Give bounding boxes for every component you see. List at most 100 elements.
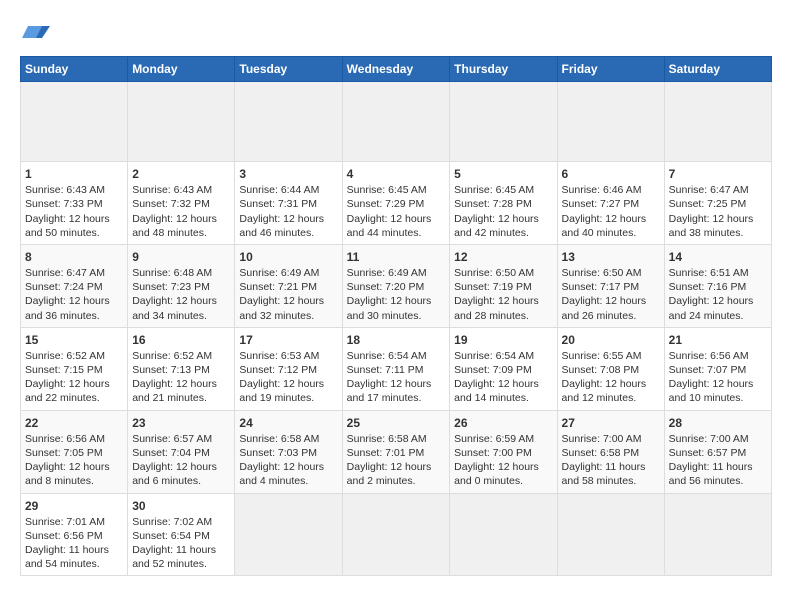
- day-info: and 32 minutes.: [239, 309, 337, 323]
- day-info: Sunset: 6:54 PM: [132, 529, 230, 543]
- day-info: Sunrise: 6:46 AM: [562, 183, 660, 197]
- day-info: Sunrise: 6:53 AM: [239, 349, 337, 363]
- day-number: 13: [562, 249, 660, 265]
- day-number: 19: [454, 332, 552, 348]
- day-info: Sunrise: 6:56 AM: [669, 349, 767, 363]
- day-info: Sunset: 6:56 PM: [25, 529, 123, 543]
- day-number: 2: [132, 166, 230, 182]
- calendar-cell: 11Sunrise: 6:49 AMSunset: 7:20 PMDayligh…: [342, 244, 450, 327]
- day-info: and 44 minutes.: [347, 226, 446, 240]
- day-info: Sunset: 7:25 PM: [669, 197, 767, 211]
- day-info: Sunset: 7:32 PM: [132, 197, 230, 211]
- day-number: 26: [454, 415, 552, 431]
- day-number: 23: [132, 415, 230, 431]
- calendar-cell: [664, 82, 771, 162]
- day-info: Sunrise: 6:58 AM: [347, 432, 446, 446]
- day-info: and 26 minutes.: [562, 309, 660, 323]
- day-info: Daylight: 11 hours: [132, 543, 230, 557]
- day-number: 3: [239, 166, 337, 182]
- day-info: Daylight: 12 hours: [562, 212, 660, 226]
- calendar-cell: 5Sunrise: 6:45 AMSunset: 7:28 PMDaylight…: [450, 162, 557, 245]
- day-info: Sunset: 7:33 PM: [25, 197, 123, 211]
- day-info: and 58 minutes.: [562, 474, 660, 488]
- day-info: Daylight: 12 hours: [132, 377, 230, 391]
- calendar-cell: 8Sunrise: 6:47 AMSunset: 7:24 PMDaylight…: [21, 244, 128, 327]
- calendar-cell: 24Sunrise: 6:58 AMSunset: 7:03 PMDayligh…: [235, 410, 342, 493]
- day-info: and 4 minutes.: [239, 474, 337, 488]
- day-info: Sunrise: 7:00 AM: [562, 432, 660, 446]
- day-info: Daylight: 12 hours: [347, 377, 446, 391]
- day-info: Sunrise: 6:58 AM: [239, 432, 337, 446]
- day-info: Daylight: 11 hours: [669, 460, 767, 474]
- calendar-cell: 6Sunrise: 6:46 AMSunset: 7:27 PMDaylight…: [557, 162, 664, 245]
- day-number: 1: [25, 166, 123, 182]
- calendar-week-row: 1Sunrise: 6:43 AMSunset: 7:33 PM Daylight…: [21, 162, 772, 245]
- day-info: and 12 minutes.: [562, 391, 660, 405]
- day-header-monday: Monday: [128, 57, 235, 82]
- day-info: Daylight: 12 hours: [669, 212, 767, 226]
- calendar-cell: 2Sunrise: 6:43 AMSunset: 7:32 PMDaylight…: [128, 162, 235, 245]
- day-number: 16: [132, 332, 230, 348]
- calendar-cell: 16Sunrise: 6:52 AMSunset: 7:13 PMDayligh…: [128, 327, 235, 410]
- calendar-cell: [128, 82, 235, 162]
- calendar-week-row: 22Sunrise: 6:56 AMSunset: 7:05 PMDayligh…: [21, 410, 772, 493]
- day-info: Sunrise: 6:49 AM: [239, 266, 337, 280]
- day-info: Sunset: 7:28 PM: [454, 197, 552, 211]
- day-info: Daylight: 12 hours: [454, 460, 552, 474]
- day-info: Sunset: 7:23 PM: [132, 280, 230, 294]
- day-number: 22: [25, 415, 123, 431]
- day-info: Sunset: 7:16 PM: [669, 280, 767, 294]
- day-number: 27: [562, 415, 660, 431]
- day-number: 24: [239, 415, 337, 431]
- day-info: Sunrise: 6:47 AM: [25, 266, 123, 280]
- day-number: 21: [669, 332, 767, 348]
- day-info: Sunrise: 6:50 AM: [454, 266, 552, 280]
- header: [20, 16, 772, 44]
- day-number: 29: [25, 498, 123, 514]
- day-number: 30: [132, 498, 230, 514]
- day-info: Sunset: 7:00 PM: [454, 446, 552, 460]
- calendar-cell: 23Sunrise: 6:57 AMSunset: 7:04 PMDayligh…: [128, 410, 235, 493]
- day-info: and 52 minutes.: [132, 557, 230, 571]
- day-info: Sunset: 7:20 PM: [347, 280, 446, 294]
- day-info: Sunrise: 6:50 AM: [562, 266, 660, 280]
- calendar-cell: 9Sunrise: 6:48 AMSunset: 7:23 PMDaylight…: [128, 244, 235, 327]
- calendar-cell: 22Sunrise: 6:56 AMSunset: 7:05 PMDayligh…: [21, 410, 128, 493]
- day-info: Sunrise: 6:49 AM: [347, 266, 446, 280]
- day-info: Daylight: 12 hours: [562, 377, 660, 391]
- day-info: Sunrise: 6:45 AM: [347, 183, 446, 197]
- day-info: and 17 minutes.: [347, 391, 446, 405]
- day-info: Sunset: 6:57 PM: [669, 446, 767, 460]
- logo-icon: [22, 16, 50, 44]
- day-number: 18: [347, 332, 446, 348]
- day-info: Daylight: 12 hours: [25, 377, 123, 391]
- calendar-cell: [342, 82, 450, 162]
- day-header-wednesday: Wednesday: [342, 57, 450, 82]
- calendar-cell: [342, 493, 450, 576]
- calendar-cell: [235, 82, 342, 162]
- day-info: Sunset: 7:07 PM: [669, 363, 767, 377]
- day-number: 7: [669, 166, 767, 182]
- day-info: Daylight: 12 hours: [562, 294, 660, 308]
- day-info: Sunrise: 6:54 AM: [347, 349, 446, 363]
- day-info: Sunrise: 7:00 AM: [669, 432, 767, 446]
- day-number: 10: [239, 249, 337, 265]
- calendar-table: SundayMondayTuesdayWednesdayThursdayFrid…: [20, 56, 772, 576]
- day-info: Sunrise: 6:57 AM: [132, 432, 230, 446]
- day-header-tuesday: Tuesday: [235, 57, 342, 82]
- calendar-cell: 18Sunrise: 6:54 AMSunset: 7:11 PMDayligh…: [342, 327, 450, 410]
- day-info: Sunset: 6:58 PM: [562, 446, 660, 460]
- day-info: Sunrise: 6:44 AM: [239, 183, 337, 197]
- day-info: Sunset: 7:19 PM: [454, 280, 552, 294]
- calendar-cell: 1Sunrise: 6:43 AMSunset: 7:33 PMDaylight…: [21, 162, 128, 245]
- day-info: and 28 minutes.: [454, 309, 552, 323]
- day-number: 25: [347, 415, 446, 431]
- calendar-cell: 21Sunrise: 6:56 AMSunset: 7:07 PMDayligh…: [664, 327, 771, 410]
- day-header-sunday: Sunday: [21, 57, 128, 82]
- day-info: Sunrise: 6:55 AM: [562, 349, 660, 363]
- calendar-cell: 27Sunrise: 7:00 AMSunset: 6:58 PMDayligh…: [557, 410, 664, 493]
- calendar-cell: 10Sunrise: 6:49 AMSunset: 7:21 PMDayligh…: [235, 244, 342, 327]
- calendar-cell: 3Sunrise: 6:44 AMSunset: 7:31 PMDaylight…: [235, 162, 342, 245]
- day-info: Sunset: 7:24 PM: [25, 280, 123, 294]
- day-info: Sunrise: 6:43 AM: [25, 183, 123, 197]
